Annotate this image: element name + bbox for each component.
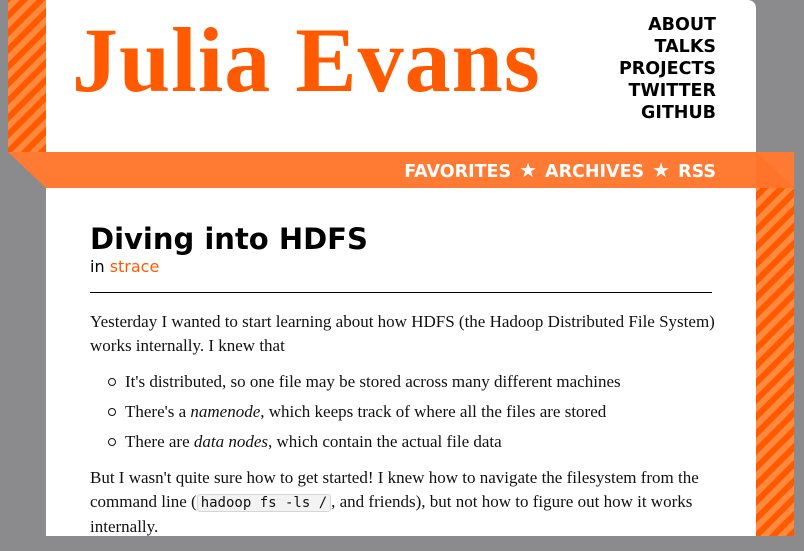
category-prefix: in xyxy=(90,257,105,276)
list-item: There's a namenode, which keeps track of… xyxy=(108,400,715,424)
nav-talks-link[interactable]: TALKS xyxy=(619,36,716,58)
circle-bullet-icon xyxy=(108,408,116,416)
circle-bullet-icon xyxy=(108,438,116,446)
list-item-text: It's distributed, so one file may be sto… xyxy=(125,372,621,391)
left-stripe-decoration xyxy=(8,0,46,152)
list-item-text: , which contain the actual file data xyxy=(268,432,502,451)
ribbon-nav: FAVORITES ★ ARCHIVES ★ RSS xyxy=(404,152,716,188)
nav-about-link[interactable]: ABOUT xyxy=(619,14,716,36)
list-item-text: There's a xyxy=(125,402,191,421)
list-item: There are data nodes, which contain the … xyxy=(108,430,715,454)
nav-favorites-link[interactable]: FAVORITES xyxy=(404,162,511,182)
star-icon: ★ xyxy=(652,158,671,182)
post-category: in strace xyxy=(90,257,159,276)
nav-twitter-link[interactable]: TWITTER xyxy=(619,80,716,102)
intro-paragraph: Yesterday I wanted to start learning abo… xyxy=(90,312,715,355)
nav-archives-link[interactable]: ARCHIVES xyxy=(545,162,644,182)
title-divider xyxy=(90,292,712,293)
right-stripe-decoration xyxy=(756,188,794,536)
list-item-emphasis: data nodes xyxy=(193,432,269,451)
post-title: Diving into HDFS xyxy=(90,222,368,256)
nav-projects-link[interactable]: PROJECTS xyxy=(619,58,716,80)
post-content: Yesterday I wanted to start learning abo… xyxy=(90,310,715,551)
list-item-emphasis: namenode xyxy=(190,402,261,421)
list-item-text: There are xyxy=(125,432,194,451)
star-icon: ★ xyxy=(519,158,538,182)
category-link[interactable]: strace xyxy=(110,257,160,276)
site-title[interactable]: Julia Evans xyxy=(72,6,541,114)
list-item: It's distributed, so one file may be sto… xyxy=(108,370,715,394)
circle-bullet-icon xyxy=(108,378,116,386)
nav-github-link[interactable]: GITHUB xyxy=(619,102,716,124)
nav-rss-link[interactable]: RSS xyxy=(678,162,716,182)
list-item-text: , which keeps track of where all the fil… xyxy=(260,402,607,421)
top-nav: ABOUT TALKS PROJECTS TWITTER GITHUB xyxy=(619,14,716,124)
inline-code: hadoop fs -ls / xyxy=(196,494,332,512)
bullet-list: It's distributed, so one file may be sto… xyxy=(90,370,715,454)
second-paragraph: But I wasn't quite sure how to get start… xyxy=(90,466,715,539)
